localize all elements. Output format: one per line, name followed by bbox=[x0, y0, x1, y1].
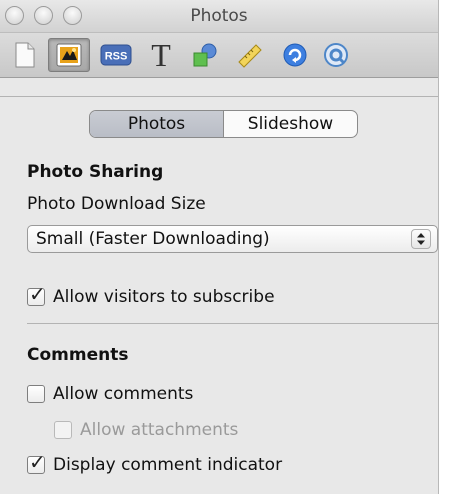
document-icon bbox=[14, 42, 36, 68]
allow-attachments-checkbox: Allow attachments bbox=[54, 420, 238, 440]
checkbox-box: ✓ bbox=[27, 452, 46, 474]
top-divider bbox=[0, 96, 438, 97]
rss-icon: RSS bbox=[100, 44, 132, 66]
checkmark-icon: ✓ bbox=[29, 450, 46, 474]
section-divider bbox=[27, 323, 438, 324]
metrics-inspector-button[interactable] bbox=[229, 38, 271, 72]
checkmark-icon: ✓ bbox=[29, 282, 46, 306]
photo-download-size-popup[interactable]: Small (Faster Downloading) bbox=[27, 225, 438, 253]
ruler-icon bbox=[236, 42, 264, 68]
graphic-inspector-button[interactable] bbox=[184, 38, 226, 72]
checkbox-box bbox=[54, 421, 72, 439]
text-icon: T bbox=[151, 37, 171, 73]
hyperlink-icon bbox=[282, 42, 308, 68]
tab-control: Photos Slideshow bbox=[89, 110, 358, 138]
allow-attachments-label: Allow attachments bbox=[80, 420, 239, 440]
tab-slideshow[interactable]: Slideshow bbox=[224, 111, 357, 137]
photo-download-size-value: Small (Faster Downloading) bbox=[36, 229, 270, 249]
photo-download-size-label: Photo Download Size bbox=[27, 194, 206, 214]
inspector-toolbar: RSS T bbox=[0, 33, 438, 78]
document-inspector-button[interactable] bbox=[4, 38, 46, 72]
inspector-content: Photos Slideshow Photo Sharing Photo Dow… bbox=[0, 78, 438, 494]
inspector-window: Photos RSS T Photos Slideshow Photo Shar… bbox=[0, 0, 439, 494]
comments-heading: Comments bbox=[27, 345, 129, 365]
allow-comments-checkbox[interactable]: Allow comments bbox=[27, 384, 193, 404]
photo-sharing-heading: Photo Sharing bbox=[27, 162, 164, 182]
allow-subscribe-label: Allow visitors to subscribe bbox=[53, 287, 275, 307]
shapes-icon bbox=[191, 42, 219, 68]
photos-inspector-button[interactable] bbox=[48, 38, 90, 72]
hyperlink-inspector-button[interactable] bbox=[274, 38, 316, 72]
photos-icon bbox=[55, 42, 83, 68]
allow-subscribe-checkbox[interactable]: ✓ Allow visitors to subscribe bbox=[27, 284, 275, 307]
display-comment-indicator-checkbox[interactable]: ✓ Display comment indicator bbox=[27, 452, 283, 475]
checkbox-box: ✓ bbox=[27, 284, 46, 306]
quicktime-inspector-button[interactable] bbox=[315, 38, 357, 72]
title-bar[interactable]: Photos bbox=[0, 0, 438, 33]
allow-comments-label: Allow comments bbox=[53, 384, 194, 404]
checkbox-box bbox=[27, 385, 45, 403]
text-inspector-button[interactable]: T bbox=[140, 38, 182, 72]
quicktime-icon bbox=[323, 42, 349, 68]
rss-icon-text: RSS bbox=[105, 51, 128, 63]
rss-inspector-button[interactable]: RSS bbox=[95, 38, 137, 72]
window-title: Photos bbox=[190, 6, 248, 26]
tab-photos[interactable]: Photos bbox=[90, 111, 224, 137]
updown-arrows-icon bbox=[411, 229, 431, 249]
display-comment-indicator-label: Display comment indicator bbox=[53, 455, 283, 475]
